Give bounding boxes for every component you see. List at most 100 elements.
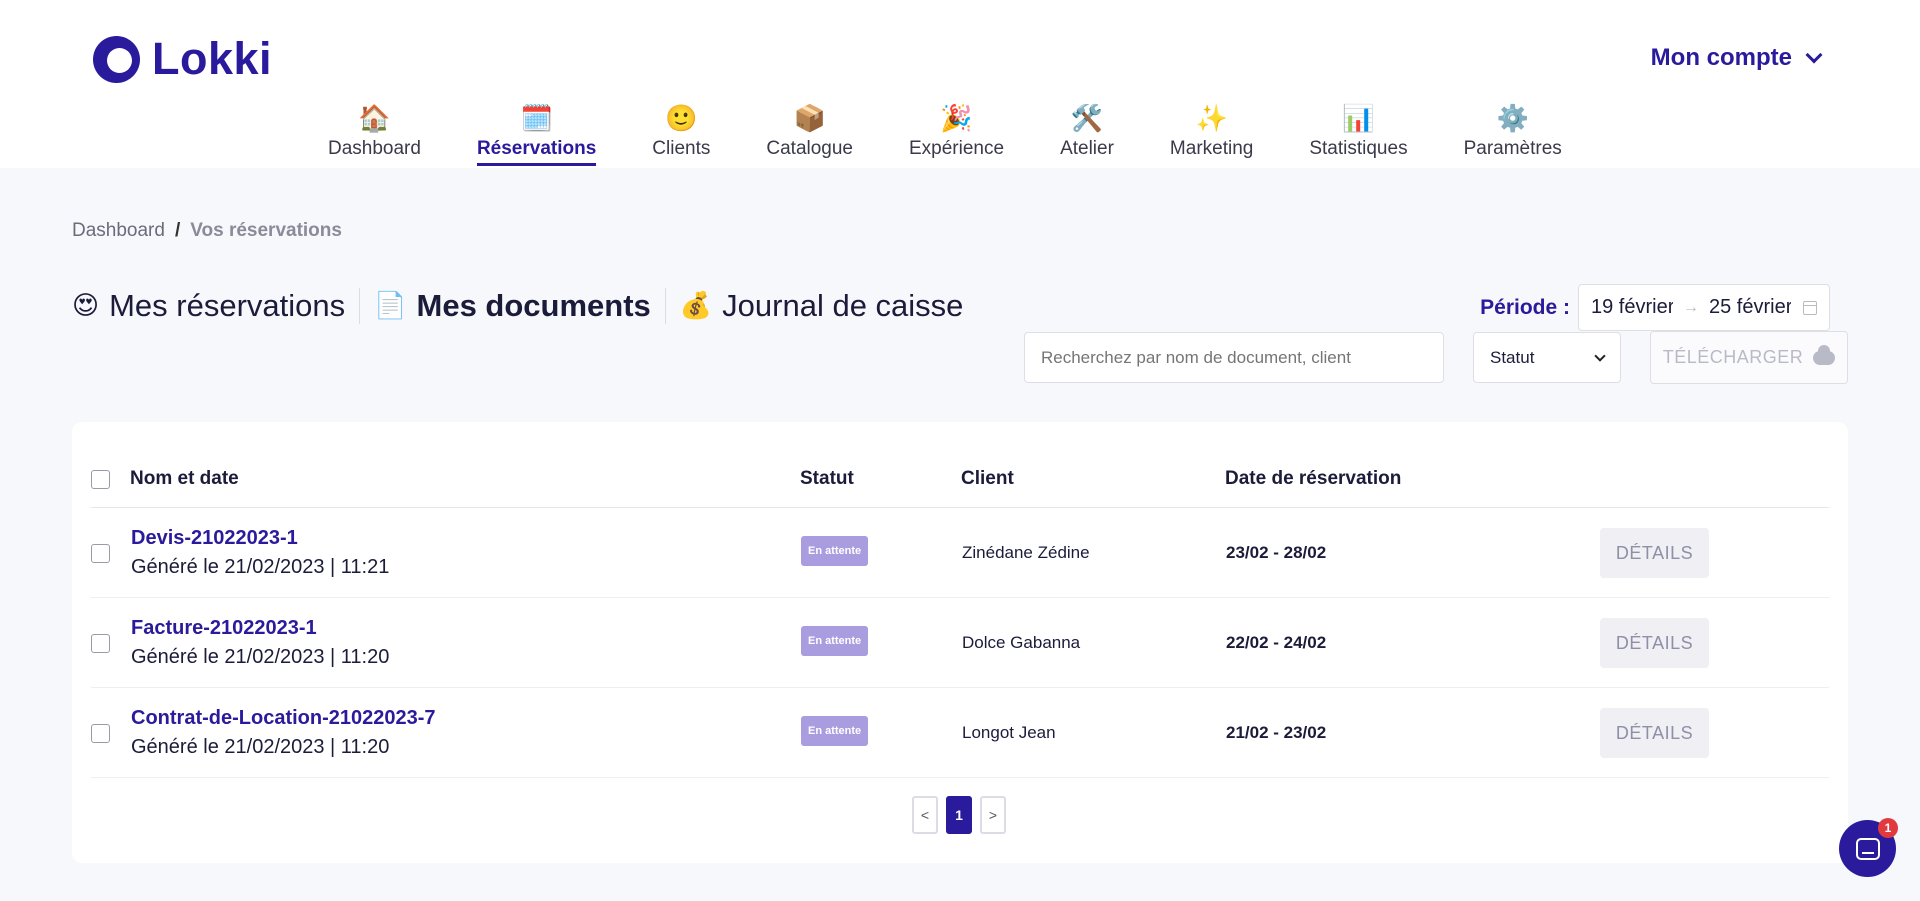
chevron-down-icon: [1594, 349, 1606, 362]
status-cell: En attente: [801, 626, 869, 656]
nav-label: Dashboard: [328, 138, 421, 159]
row-name-cell: Devis-21022023-1 Généré le 21/02/2023 | …: [131, 527, 389, 579]
calendar-icon: [1803, 300, 1817, 315]
nav-label: Atelier: [1060, 138, 1114, 159]
bar-chart-icon: 📊: [1342, 104, 1375, 134]
nav-label: Statistiques: [1309, 138, 1408, 159]
arrow-right-icon: →: [1683, 298, 1699, 316]
chevron-down-icon: [1805, 46, 1823, 64]
nav-item-statistiques[interactable]: 📊 Statistiques: [1281, 104, 1435, 160]
nav-label: Expérience: [909, 138, 1005, 159]
client-cell: Dolce Gabanna: [962, 633, 1081, 652]
documents-table-card: Nom et date Statut Client Date de réserv…: [72, 422, 1848, 863]
row-checkbox[interactable]: [91, 544, 110, 563]
generated-date: Généré le 21/02/2023 | 11:20: [131, 646, 390, 668]
table-row: Devis-21022023-1 Généré le 21/02/2023 | …: [91, 508, 1829, 598]
tools-icon: 🛠️: [1070, 104, 1104, 134]
download-button[interactable]: TÉLÉCHARGER: [1650, 331, 1848, 384]
logo-mark-icon: [93, 35, 140, 83]
breadcrumb-home[interactable]: Dashboard: [72, 220, 165, 242]
nav-item-reservations[interactable]: 🗓️ Réservations: [449, 104, 624, 166]
reservation-date-cell: 23/02 - 28/02: [1226, 543, 1327, 562]
reservation-date-cell: 22/02 - 24/02: [1226, 633, 1327, 652]
status-cell: En attente: [801, 716, 869, 746]
breadcrumb-separator: /: [174, 220, 181, 241]
document-icon: 📄: [374, 291, 407, 321]
column-header-status: Statut: [800, 468, 854, 489]
document-link[interactable]: Facture-21022023-1: [131, 617, 389, 640]
cloud-download-icon: [1813, 344, 1836, 365]
house-icon: 🏠: [358, 104, 391, 134]
period-start[interactable]: 19 février: [1591, 296, 1673, 319]
document-tabs: 😍 Mes réservations 📄 Mes documents 💰 Jou…: [72, 288, 977, 324]
page-button-current[interactable]: 1: [946, 796, 972, 834]
previous-page-button[interactable]: <: [912, 796, 938, 834]
status-select[interactable]: Statut: [1473, 332, 1621, 383]
document-link[interactable]: Devis-21022023-1: [131, 527, 389, 550]
package-icon: 📦: [793, 104, 826, 134]
nav-item-parametres[interactable]: ⚙️ Paramètres: [1436, 104, 1590, 160]
table-row: Facture-21022023-1 Généré le 21/02/2023 …: [91, 598, 1829, 688]
column-header-date: Date de réservation: [1225, 468, 1402, 489]
sparkles-icon: ✨: [1195, 104, 1228, 134]
logo[interactable]: Lokki: [93, 33, 272, 85]
money-bag-icon: 💰: [679, 291, 713, 321]
nav-item-dashboard[interactable]: 🏠 Dashboard: [300, 104, 449, 160]
select-all-checkbox[interactable]: [91, 470, 110, 489]
tab-mes-documents[interactable]: 📄 Mes documents: [360, 288, 666, 324]
nav-label: Réservations: [476, 138, 597, 159]
column-header-name: Nom et date: [130, 468, 239, 489]
tab-mes-reservations[interactable]: 😍 Mes réservations: [72, 288, 361, 324]
status-cell: En attente: [801, 536, 869, 566]
account-label: Mon compte: [1650, 44, 1792, 71]
top-header: Lokki Mon compte 🏠 Dashboard 🗓️ Réservat…: [0, 0, 1920, 168]
row-name-cell: Contrat-de-Location-21022023-7 Généré le…: [131, 707, 436, 759]
nav-item-marketing[interactable]: ✨ Marketing: [1142, 104, 1281, 160]
nav-item-experience[interactable]: 🎉 Expérience: [881, 104, 1032, 160]
document-link[interactable]: Contrat-de-Location-21022023-7: [131, 707, 436, 730]
details-button[interactable]: DÉTAILS: [1600, 708, 1709, 758]
status-badge: En attente: [801, 716, 869, 746]
nav-label: Paramètres: [1463, 138, 1562, 159]
table-row: Contrat-de-Location-21022023-7 Généré le…: [91, 688, 1829, 778]
calendar-icon: 🗓️: [520, 104, 553, 134]
status-badge: En attente: [801, 536, 869, 566]
account-menu[interactable]: Mon compte: [1650, 44, 1823, 72]
breadcrumb: Dashboard / Vos réservations: [72, 220, 342, 242]
nav-item-clients[interactable]: 🙂 Clients: [624, 104, 738, 160]
tab-label: Mes documents: [416, 288, 651, 323]
reservation-date-cell: 21/02 - 23/02: [1226, 723, 1327, 742]
nav-item-atelier[interactable]: 🛠️ Atelier: [1032, 104, 1142, 160]
client-cell: Zinédane Zédine: [962, 543, 1090, 562]
period-end[interactable]: 25 février: [1709, 296, 1791, 319]
tab-label: Mes réservations: [109, 288, 346, 323]
row-checkbox[interactable]: [91, 634, 110, 653]
table-header: Nom et date Statut Client Date de réserv…: [91, 466, 1829, 508]
period-filter: Période : 19 février → 25 février: [1480, 284, 1830, 331]
pagination: < 1 >: [912, 796, 1006, 834]
details-button[interactable]: DÉTAILS: [1600, 528, 1709, 578]
breadcrumb-current: Vos réservations: [190, 220, 342, 241]
unread-count-badge: 1: [1878, 818, 1898, 838]
row-name-cell: Facture-21022023-1 Généré le 21/02/2023 …: [131, 617, 389, 669]
nav-label: Catalogue: [766, 138, 853, 159]
status-select-label: Statut: [1490, 347, 1535, 367]
generated-date: Généré le 21/02/2023 | 11:21: [131, 556, 390, 578]
search-input[interactable]: [1024, 332, 1444, 383]
row-checkbox[interactable]: [91, 724, 110, 743]
tab-journal-de-caisse[interactable]: 💰 Journal de caisse: [666, 288, 978, 324]
column-header-client: Client: [961, 468, 1014, 489]
client-cell: Longot Jean: [962, 723, 1056, 742]
next-page-button[interactable]: >: [980, 796, 1006, 834]
date-range-picker[interactable]: 19 février → 25 février: [1578, 284, 1830, 331]
chat-bubble-icon: [1855, 837, 1880, 860]
generated-date: Généré le 21/02/2023 | 11:20: [131, 736, 390, 758]
chat-launcher-button[interactable]: 1: [1839, 818, 1898, 877]
status-badge: En attente: [801, 626, 869, 656]
details-button[interactable]: DÉTAILS: [1600, 618, 1709, 668]
tab-label: Journal de caisse: [722, 288, 964, 323]
nav-item-catalogue[interactable]: 📦 Catalogue: [738, 104, 881, 160]
nav-label: Clients: [652, 138, 711, 159]
nav-label: Marketing: [1169, 138, 1254, 159]
main-nav: 🏠 Dashboard 🗓️ Réservations 🙂 Clients 📦 …: [300, 104, 1590, 166]
